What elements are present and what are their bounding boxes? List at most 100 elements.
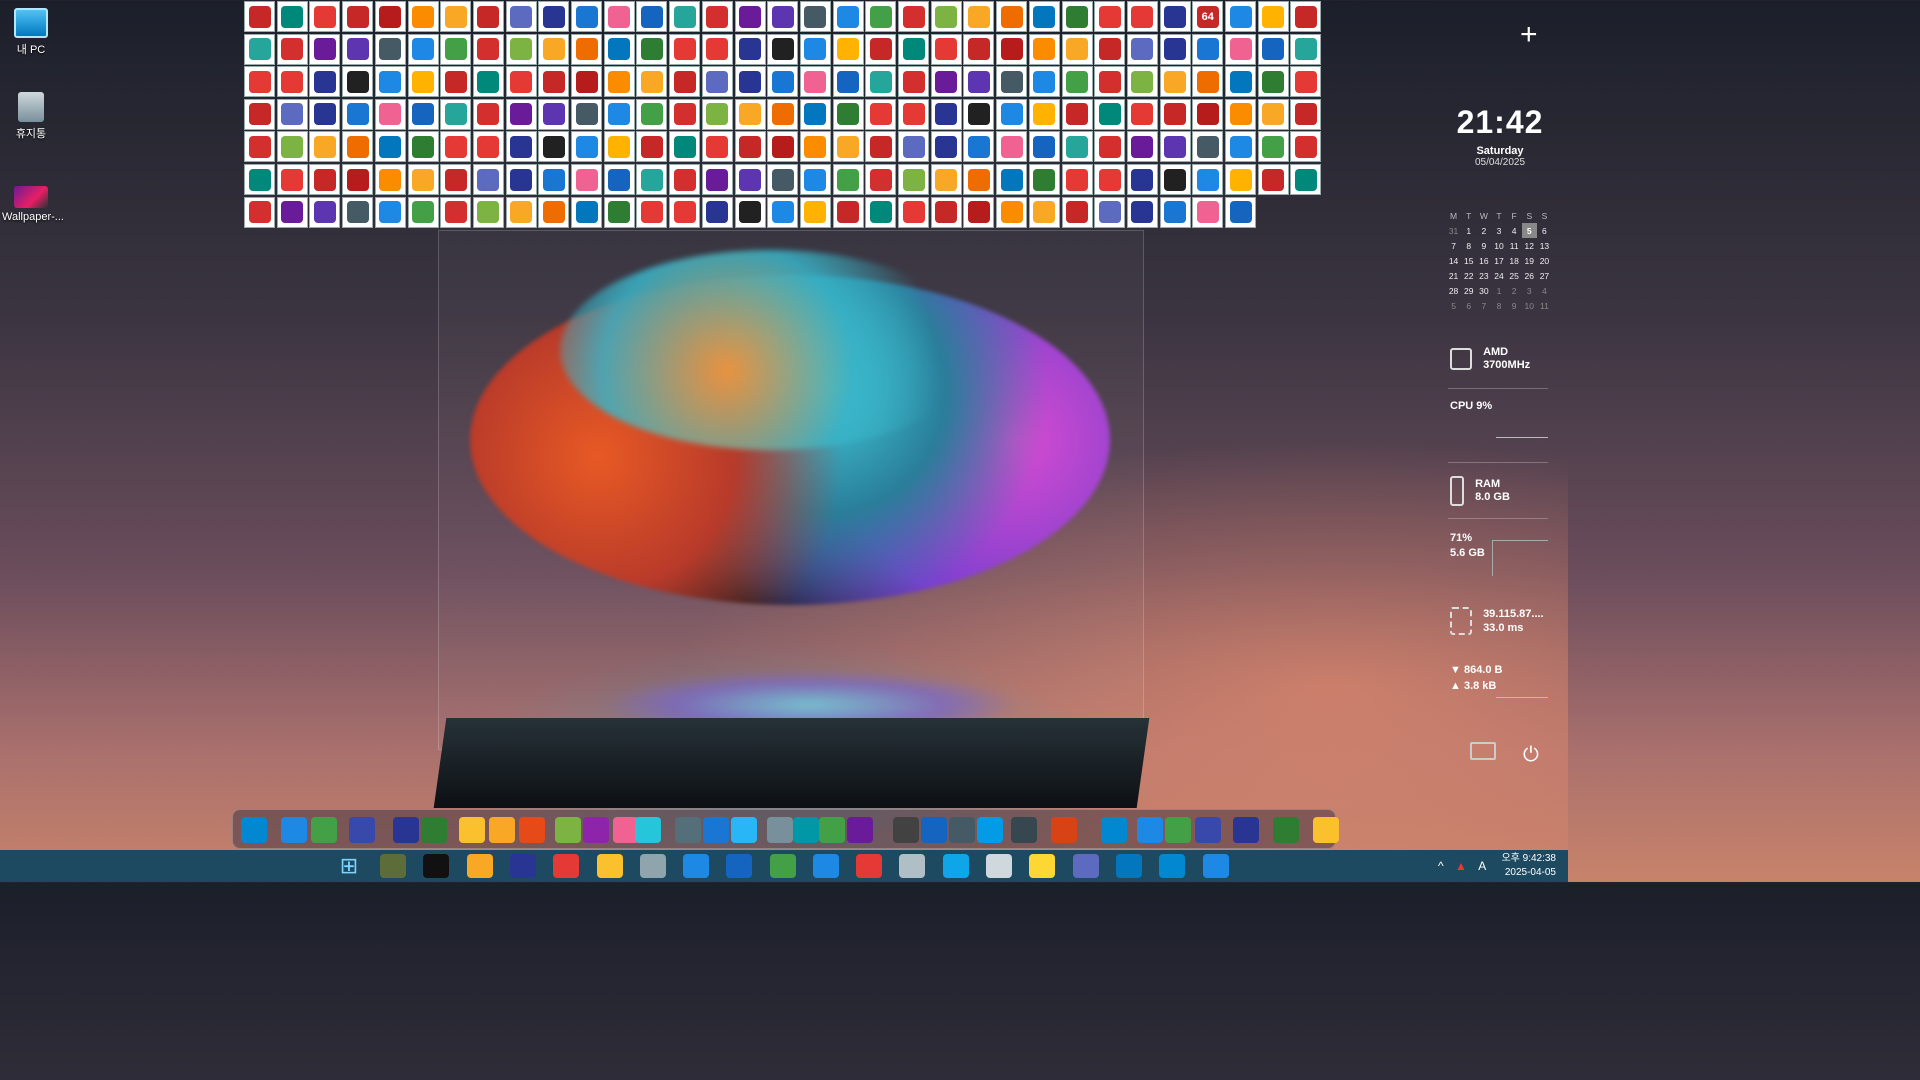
launcher-app-icon[interactable] [865, 98, 897, 130]
launcher-app-icon[interactable] [538, 131, 570, 163]
launcher-app-icon[interactable] [734, 131, 766, 163]
launcher-app-icon[interactable] [1225, 33, 1256, 65]
launcher-app-icon[interactable] [636, 1, 668, 32]
launcher-app-icon[interactable] [799, 98, 831, 130]
dock-app-icon[interactable] [1051, 817, 1077, 843]
launcher-app-icon[interactable] [799, 1, 831, 32]
launcher-app-icon[interactable] [799, 66, 831, 98]
launcher-app-icon[interactable] [1257, 66, 1289, 98]
launcher-app-icon[interactable] [603, 98, 635, 130]
launcher-app-icon[interactable] [342, 164, 374, 195]
launcher-app-icon[interactable] [832, 131, 864, 163]
calendar-day[interactable]: 31 [1446, 223, 1461, 238]
launcher-app-icon[interactable] [505, 196, 537, 228]
launcher-app-icon[interactable] [963, 98, 995, 130]
launcher-app-icon[interactable] [799, 196, 831, 228]
launcher-app-icon[interactable] [767, 164, 799, 195]
taskbar-app-icon[interactable] [1073, 854, 1099, 878]
launcher-app-icon[interactable] [440, 98, 472, 130]
launcher-app-icon[interactable] [1061, 98, 1093, 130]
launcher-app-icon[interactable] [1192, 131, 1224, 163]
launcher-app-icon[interactable] [1159, 164, 1191, 195]
launcher-app-icon[interactable] [1159, 196, 1191, 228]
calendar-day[interactable]: 29 [1461, 283, 1476, 298]
calendar-day[interactable]: 6 [1461, 298, 1476, 313]
launcher-app-icon[interactable] [734, 66, 766, 98]
taskbar-app-icon[interactable] [813, 854, 839, 878]
launcher-app-icon[interactable] [538, 33, 570, 65]
dock-app-icon[interactable] [1195, 817, 1221, 843]
taskbar-clock[interactable]: 오후 9:42:38 2025-04-05 [1501, 852, 1556, 880]
launcher-app-icon[interactable] [1159, 33, 1191, 65]
launcher-app-icon[interactable] [1094, 33, 1126, 65]
launcher-app-icon[interactable] [505, 1, 537, 32]
dock-app-icon[interactable] [281, 817, 307, 843]
launcher-app-icon[interactable] [996, 1, 1028, 32]
launcher-app-icon[interactable] [571, 1, 602, 32]
launcher-app-icon[interactable] [734, 164, 766, 195]
launcher-app-icon[interactable] [636, 33, 668, 65]
dock-app-icon[interactable] [555, 817, 581, 843]
launcher-app-icon[interactable] [1290, 164, 1322, 195]
launcher-app-icon[interactable] [996, 66, 1028, 98]
launcher-app-icon[interactable] [603, 1, 635, 32]
launcher-app-icon[interactable] [1094, 66, 1126, 98]
launcher-app-icon[interactable] [276, 164, 308, 195]
launcher-app-icon[interactable] [767, 131, 799, 163]
launcher-app-icon[interactable] [636, 196, 668, 228]
dock-app-icon[interactable] [921, 817, 947, 843]
dock-app-icon[interactable] [949, 817, 975, 843]
launcher-app-icon[interactable] [1061, 66, 1093, 98]
launcher-app-icon[interactable] [407, 98, 439, 130]
launcher-app-icon[interactable] [1028, 98, 1060, 130]
launcher-app-icon[interactable] [636, 66, 668, 98]
taskbar-app-icon[interactable] [510, 854, 536, 878]
calendar-day[interactable]: 20 [1537, 253, 1552, 268]
launcher-app-icon[interactable] [276, 66, 308, 98]
calendar-day[interactable]: 4 [1537, 283, 1552, 298]
launcher-app-icon[interactable] [472, 66, 504, 98]
calendar-day[interactable]: 3 [1522, 283, 1537, 298]
calendar-day[interactable]: 9 [1507, 298, 1522, 313]
launcher-app-icon[interactable] [244, 98, 275, 130]
calendar-day[interactable]: 28 [1446, 283, 1461, 298]
launcher-app-icon[interactable] [865, 131, 897, 163]
launcher-app-icon[interactable] [669, 164, 701, 195]
launcher-app-icon[interactable] [1159, 131, 1191, 163]
calendar-day[interactable]: 10 [1522, 298, 1537, 313]
launcher-app-icon[interactable] [244, 131, 275, 163]
launcher-app-icon[interactable] [1028, 196, 1060, 228]
calendar-day[interactable]: 18 [1507, 253, 1522, 268]
calendar-day[interactable]: 26 [1522, 268, 1537, 283]
launcher-app-icon[interactable] [472, 196, 504, 228]
launcher-app-icon[interactable] [505, 66, 537, 98]
launcher-app-icon[interactable] [669, 131, 701, 163]
launcher-app-icon[interactable] [832, 196, 864, 228]
launcher-app-icon[interactable] [374, 33, 406, 65]
launcher-app-icon[interactable] [832, 1, 864, 32]
launcher-app-icon[interactable] [440, 131, 472, 163]
launcher-app-icon[interactable] [898, 131, 929, 163]
launcher-app-icon[interactable] [571, 33, 602, 65]
dock-app-icon[interactable] [731, 817, 757, 843]
calendar-day[interactable]: 5 [1521, 223, 1537, 238]
power-icon[interactable]: ⏻ [1523, 744, 1539, 767]
launcher-app-icon[interactable] [244, 66, 275, 98]
launcher-app-icon[interactable] [669, 196, 701, 228]
launcher-app-icon[interactable] [898, 33, 929, 65]
launcher-app-icon[interactable] [767, 66, 799, 98]
calendar-day[interactable]: 4 [1507, 223, 1522, 238]
launcher-app-icon[interactable] [669, 1, 701, 32]
launcher-app-icon[interactable] [1257, 98, 1289, 130]
calendar-day[interactable]: 10 [1491, 238, 1506, 253]
launcher-app-icon[interactable] [309, 196, 341, 228]
launcher-app-icon[interactable] [799, 164, 831, 195]
launcher-app-icon[interactable] [1225, 131, 1256, 163]
calendar-day[interactable]: 15 [1461, 253, 1476, 268]
calendar-day[interactable]: 1 [1461, 223, 1476, 238]
dock-app-icon[interactable] [703, 817, 729, 843]
launcher-app-icon[interactable] [832, 164, 864, 195]
calendar-day[interactable]: 2 [1507, 283, 1522, 298]
launcher-app-icon[interactable] [898, 66, 929, 98]
dock-app-icon[interactable] [635, 817, 661, 843]
